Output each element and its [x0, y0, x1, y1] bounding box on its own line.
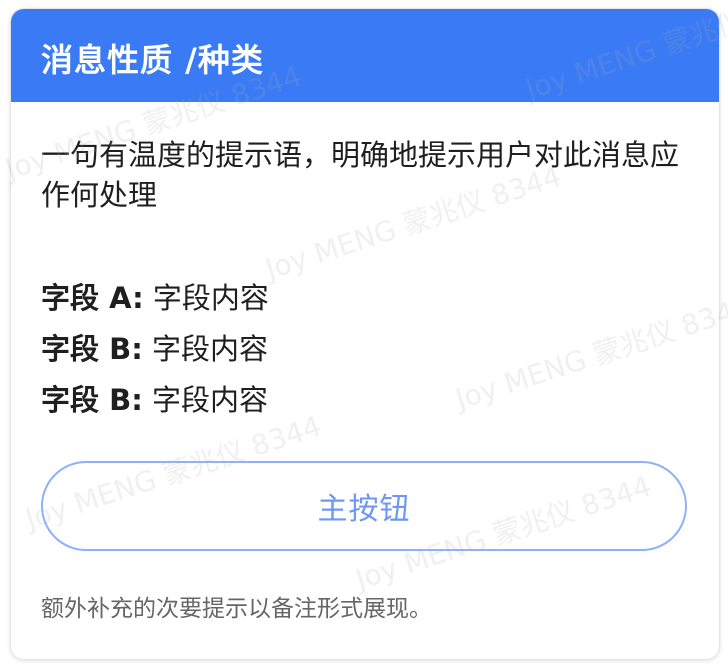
- field-label: 字段 B:: [41, 383, 143, 417]
- card-title: 消息性质 /种类: [41, 41, 264, 79]
- field-row: 字段 B: 字段内容: [41, 375, 691, 426]
- primary-button[interactable]: 主按钮: [41, 461, 687, 551]
- card-header: 消息性质 /种类: [11, 9, 719, 102]
- field-value: 字段内容: [142, 332, 269, 366]
- field-value: 字段内容: [142, 383, 269, 417]
- field-value: 字段内容: [143, 281, 269, 315]
- message-text: 一句有温度的提示语，明确地提示用户对此消息应作何处理: [41, 138, 680, 212]
- field-row: 字段 B: 字段内容: [41, 324, 691, 375]
- page: 消息性质 /种类 一句有温度的提示语，明确地提示用户对此消息应作何处理 字段 A…: [0, 0, 728, 666]
- footnote-text: 额外补充的次要提示以备注形式展现。: [41, 596, 432, 622]
- message-card: 消息性质 /种类 一句有温度的提示语，明确地提示用户对此消息应作何处理 字段 A…: [10, 8, 720, 660]
- field-label: 字段 B:: [41, 332, 143, 366]
- field-list: 字段 A: 字段内容 字段 B: 字段内容 字段 B: 字段内容: [41, 273, 691, 426]
- field-label: 字段 A:: [41, 281, 144, 315]
- primary-button-label: 主按钮: [317, 492, 411, 527]
- field-row: 字段 A: 字段内容: [41, 273, 691, 324]
